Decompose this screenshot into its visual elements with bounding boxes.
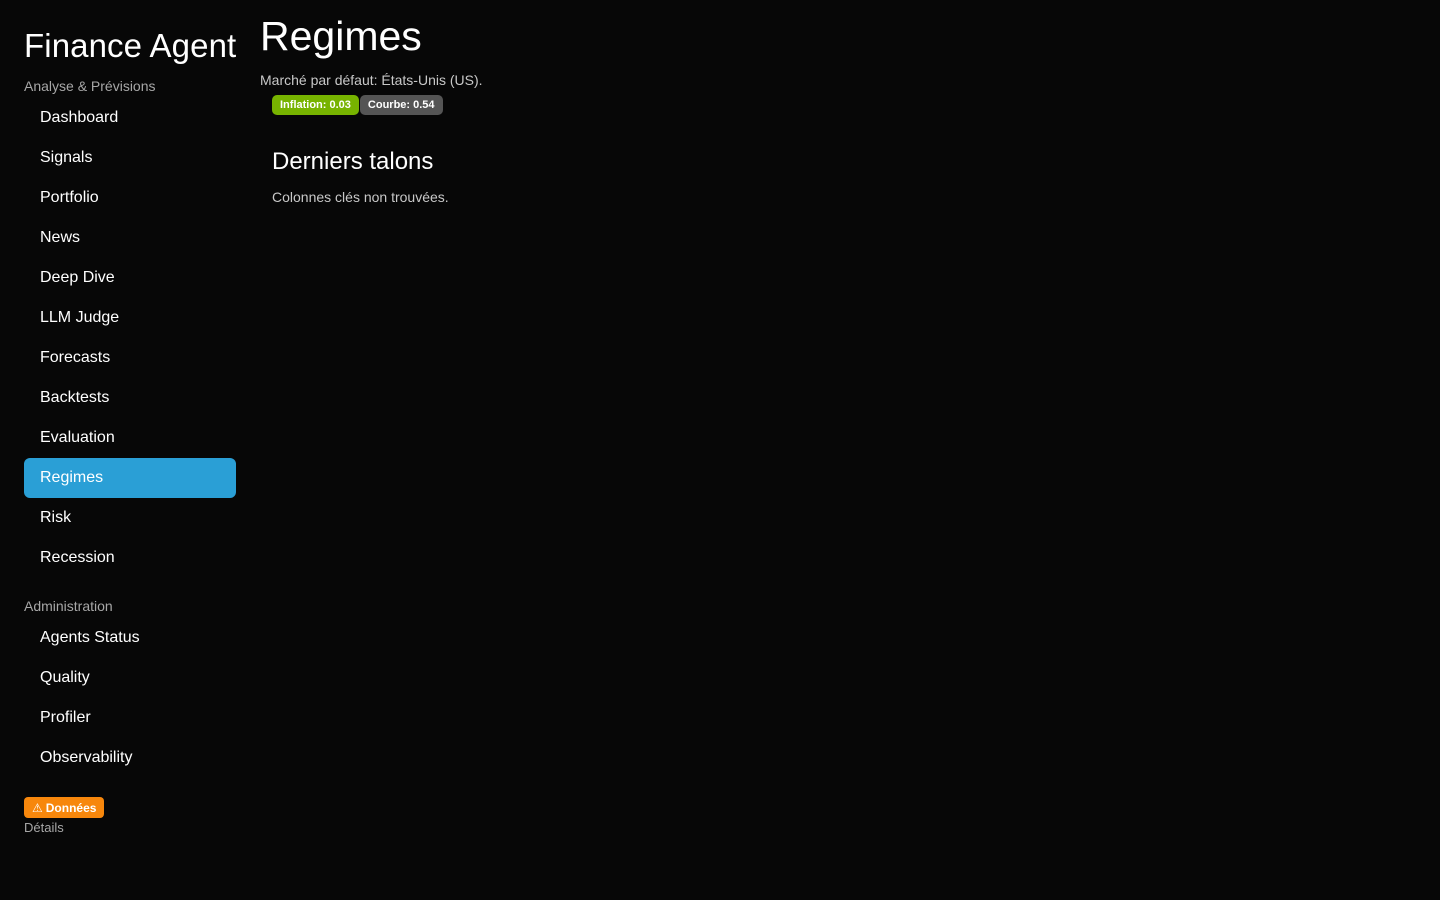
sidebar-item-risk[interactable]: Risk [24,498,236,538]
market-note: Marché par défaut: États-Unis (US). [260,72,483,88]
page-title: Regimes [260,13,422,59]
sidebar-item-backtests[interactable]: Backtests [24,378,236,418]
sidebar-item-forecasts[interactable]: Forecasts [24,338,236,378]
sidebar-item-regimes[interactable]: Regimes [24,458,236,498]
sidebar-item-news[interactable]: News [24,218,236,258]
nav-list-analyse: Dashboard Signals Portfolio News Deep Di… [24,98,236,578]
sidebar-item-recession[interactable]: Recession [24,538,236,578]
sidebar-item-profiler[interactable]: Profiler [24,698,236,738]
warning-icon: ⚠ [32,800,43,815]
section-label-administration: Administration [24,598,113,614]
inflation-badge: Inflation: 0.03 [272,95,359,115]
data-warning-badge[interactable]: ⚠ Données [24,797,105,818]
sidebar-item-observability[interactable]: Observability [24,738,236,778]
sidebar-item-llm-judge[interactable]: LLM Judge [24,298,236,338]
sidebar-item-agents-status[interactable]: Agents Status [24,618,236,658]
details-link[interactable]: Détails [24,820,64,835]
data-warning-label: Données [45,800,97,815]
sidebar-item-evaluation[interactable]: Evaluation [24,418,236,458]
empty-state-message: Colonnes clés non trouvées. [272,189,449,205]
regime-badges: Inflation: 0.03 Courbe: 0.54 [272,95,443,115]
section-label-analyse: Analyse & Prévisions [24,78,156,94]
sidebar-item-signals[interactable]: Signals [24,138,236,178]
sidebar-item-quality[interactable]: Quality [24,658,236,698]
nav-list-administration: Agents Status Quality Profiler Observabi… [24,618,236,778]
app-title: Finance Agent [24,27,237,64]
section-title: Derniers talons [272,148,434,175]
sidebar-item-deep-dive[interactable]: Deep Dive [24,258,236,298]
curve-badge: Courbe: 0.54 [359,95,443,115]
sidebar-item-portfolio[interactable]: Portfolio [24,178,236,218]
sidebar-item-dashboard[interactable]: Dashboard [24,98,236,138]
